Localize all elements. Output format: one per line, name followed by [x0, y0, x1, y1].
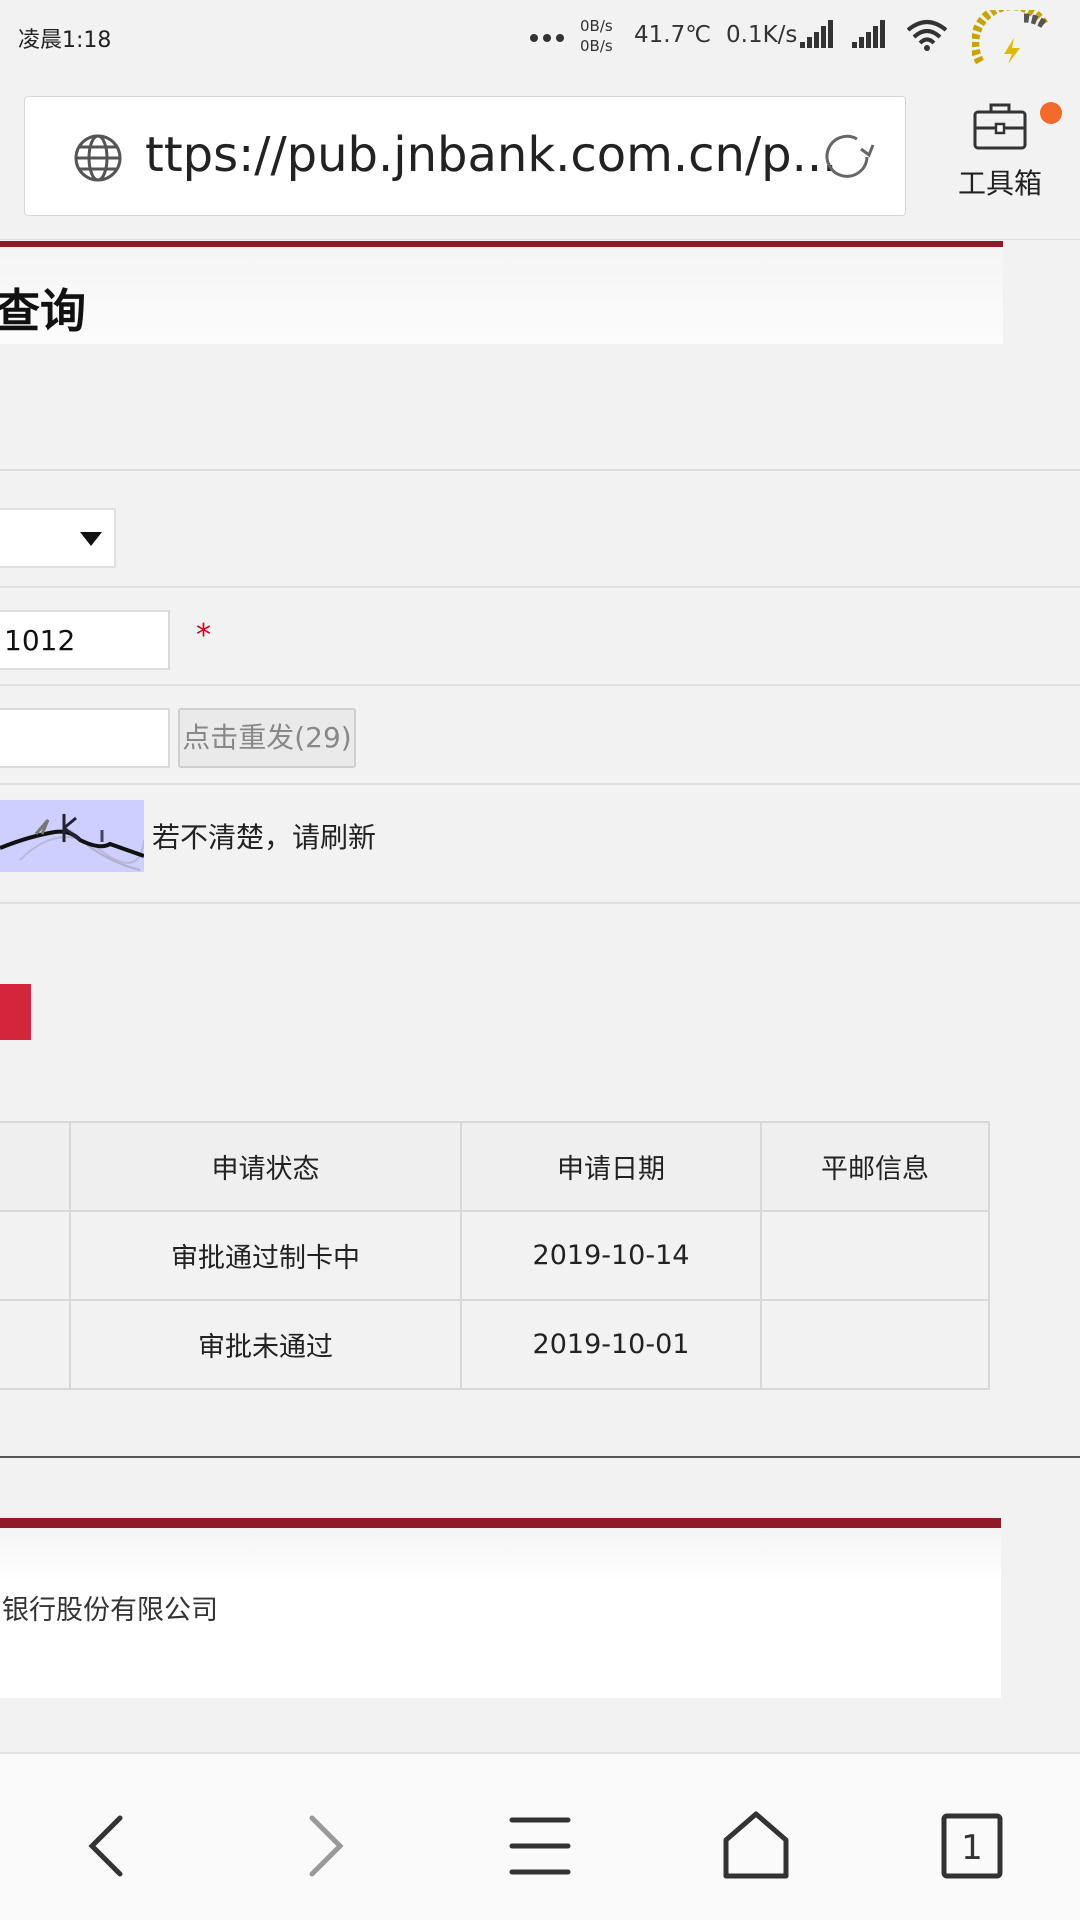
- card-number-field[interactable]: 1012: [0, 610, 170, 670]
- address-bar[interactable]: ttps://pub.jnbank.com.cn/p...: [24, 96, 906, 216]
- url-text[interactable]: ttps://pub.jnbank.com.cn/p...: [145, 127, 837, 183]
- table-header-row: 申请状态 申请日期 平邮信息: [0, 1121, 990, 1212]
- toolbox-button[interactable]: 工具箱: [940, 100, 1062, 210]
- chevron-down-icon: [80, 532, 102, 546]
- home-icon[interactable]: [716, 1806, 796, 1886]
- tab-count: 1: [961, 1828, 983, 1868]
- table-cell-date: 2019-10-14: [460, 1210, 762, 1301]
- table-row: 审批未通过 2019-10-01: [0, 1299, 990, 1390]
- captcha-image[interactable]: [0, 800, 144, 872]
- form-divider: [0, 469, 1080, 471]
- signal-icon: [800, 20, 833, 48]
- table-row: 审批通过制卡中 2019-10-14: [0, 1210, 990, 1301]
- header-accent-line: [0, 241, 1003, 247]
- resend-code-button[interactable]: 点击重发(29): [178, 708, 356, 768]
- sms-code-field[interactable]: [0, 708, 170, 768]
- table-cell-status: 审批通过制卡中: [69, 1210, 462, 1301]
- traffic-speed: 0B/s 0B/s: [580, 17, 613, 55]
- page-title: 查询: [0, 284, 86, 338]
- signal-icon: [852, 20, 885, 48]
- dots-icon: [530, 34, 564, 42]
- page-footer: 银行股份有限公司: [0, 1518, 1001, 1698]
- table-cell: [0, 1210, 71, 1301]
- form-divider: [0, 783, 1080, 785]
- table-header-status: 申请状态: [69, 1121, 462, 1212]
- table-header-mail: 平邮信息: [760, 1121, 990, 1212]
- toolbox-label: 工具箱: [957, 167, 1042, 200]
- toolbox-icon: [973, 103, 1027, 150]
- forward-arrow-icon[interactable]: [284, 1806, 364, 1886]
- form-divider: [0, 586, 1080, 588]
- tabs-icon[interactable]: 1: [932, 1806, 1012, 1886]
- form-divider: [0, 684, 1080, 686]
- status-time: 凌晨1:18: [18, 28, 112, 53]
- table-cell: [0, 1299, 71, 1390]
- captcha-refresh-hint[interactable]: 若不清楚，请刷新: [152, 816, 376, 856]
- table-header-cell: [0, 1121, 71, 1212]
- battery-charging-icon: [972, 10, 1049, 65]
- menu-icon[interactable]: [500, 1806, 580, 1886]
- query-button[interactable]: [0, 984, 31, 1040]
- notification-badge: [1040, 102, 1062, 124]
- content-divider: [0, 1456, 1080, 1458]
- table-cell-mail: [760, 1210, 990, 1301]
- required-mark: *: [196, 618, 211, 653]
- wifi-icon: [906, 20, 948, 51]
- table-cell-date: 2019-10-01: [460, 1299, 762, 1390]
- temperature-readout: 41.7℃: [634, 22, 712, 48]
- table-header-date: 申请日期: [460, 1121, 762, 1212]
- back-arrow-icon[interactable]: [68, 1806, 148, 1886]
- net-speed-readout: 0.1K/s: [726, 22, 798, 48]
- browser-bottom-nav: 1: [0, 1752, 1080, 1920]
- table-cell-status: 审批未通过: [69, 1299, 462, 1390]
- reload-icon[interactable]: [817, 127, 877, 187]
- status-bar: 凌晨1:18 0B/s 0B/s 41.7℃ 0.1K/s: [0, 0, 1080, 76]
- results-table: 申请状态 申请日期 平邮信息 审批通过制卡中 2019-10-14 审批未通过 …: [0, 1121, 990, 1390]
- card-type-select[interactable]: [0, 508, 116, 568]
- table-cell-mail: [760, 1299, 990, 1390]
- footer-accent-line: [0, 1518, 1001, 1528]
- toolbar-divider: [0, 239, 1080, 240]
- footer-copyright: 银行股份有限公司: [2, 1595, 218, 1626]
- form-divider: [0, 902, 1080, 904]
- page-header: 查询: [0, 241, 1003, 344]
- globe-icon: [74, 134, 122, 182]
